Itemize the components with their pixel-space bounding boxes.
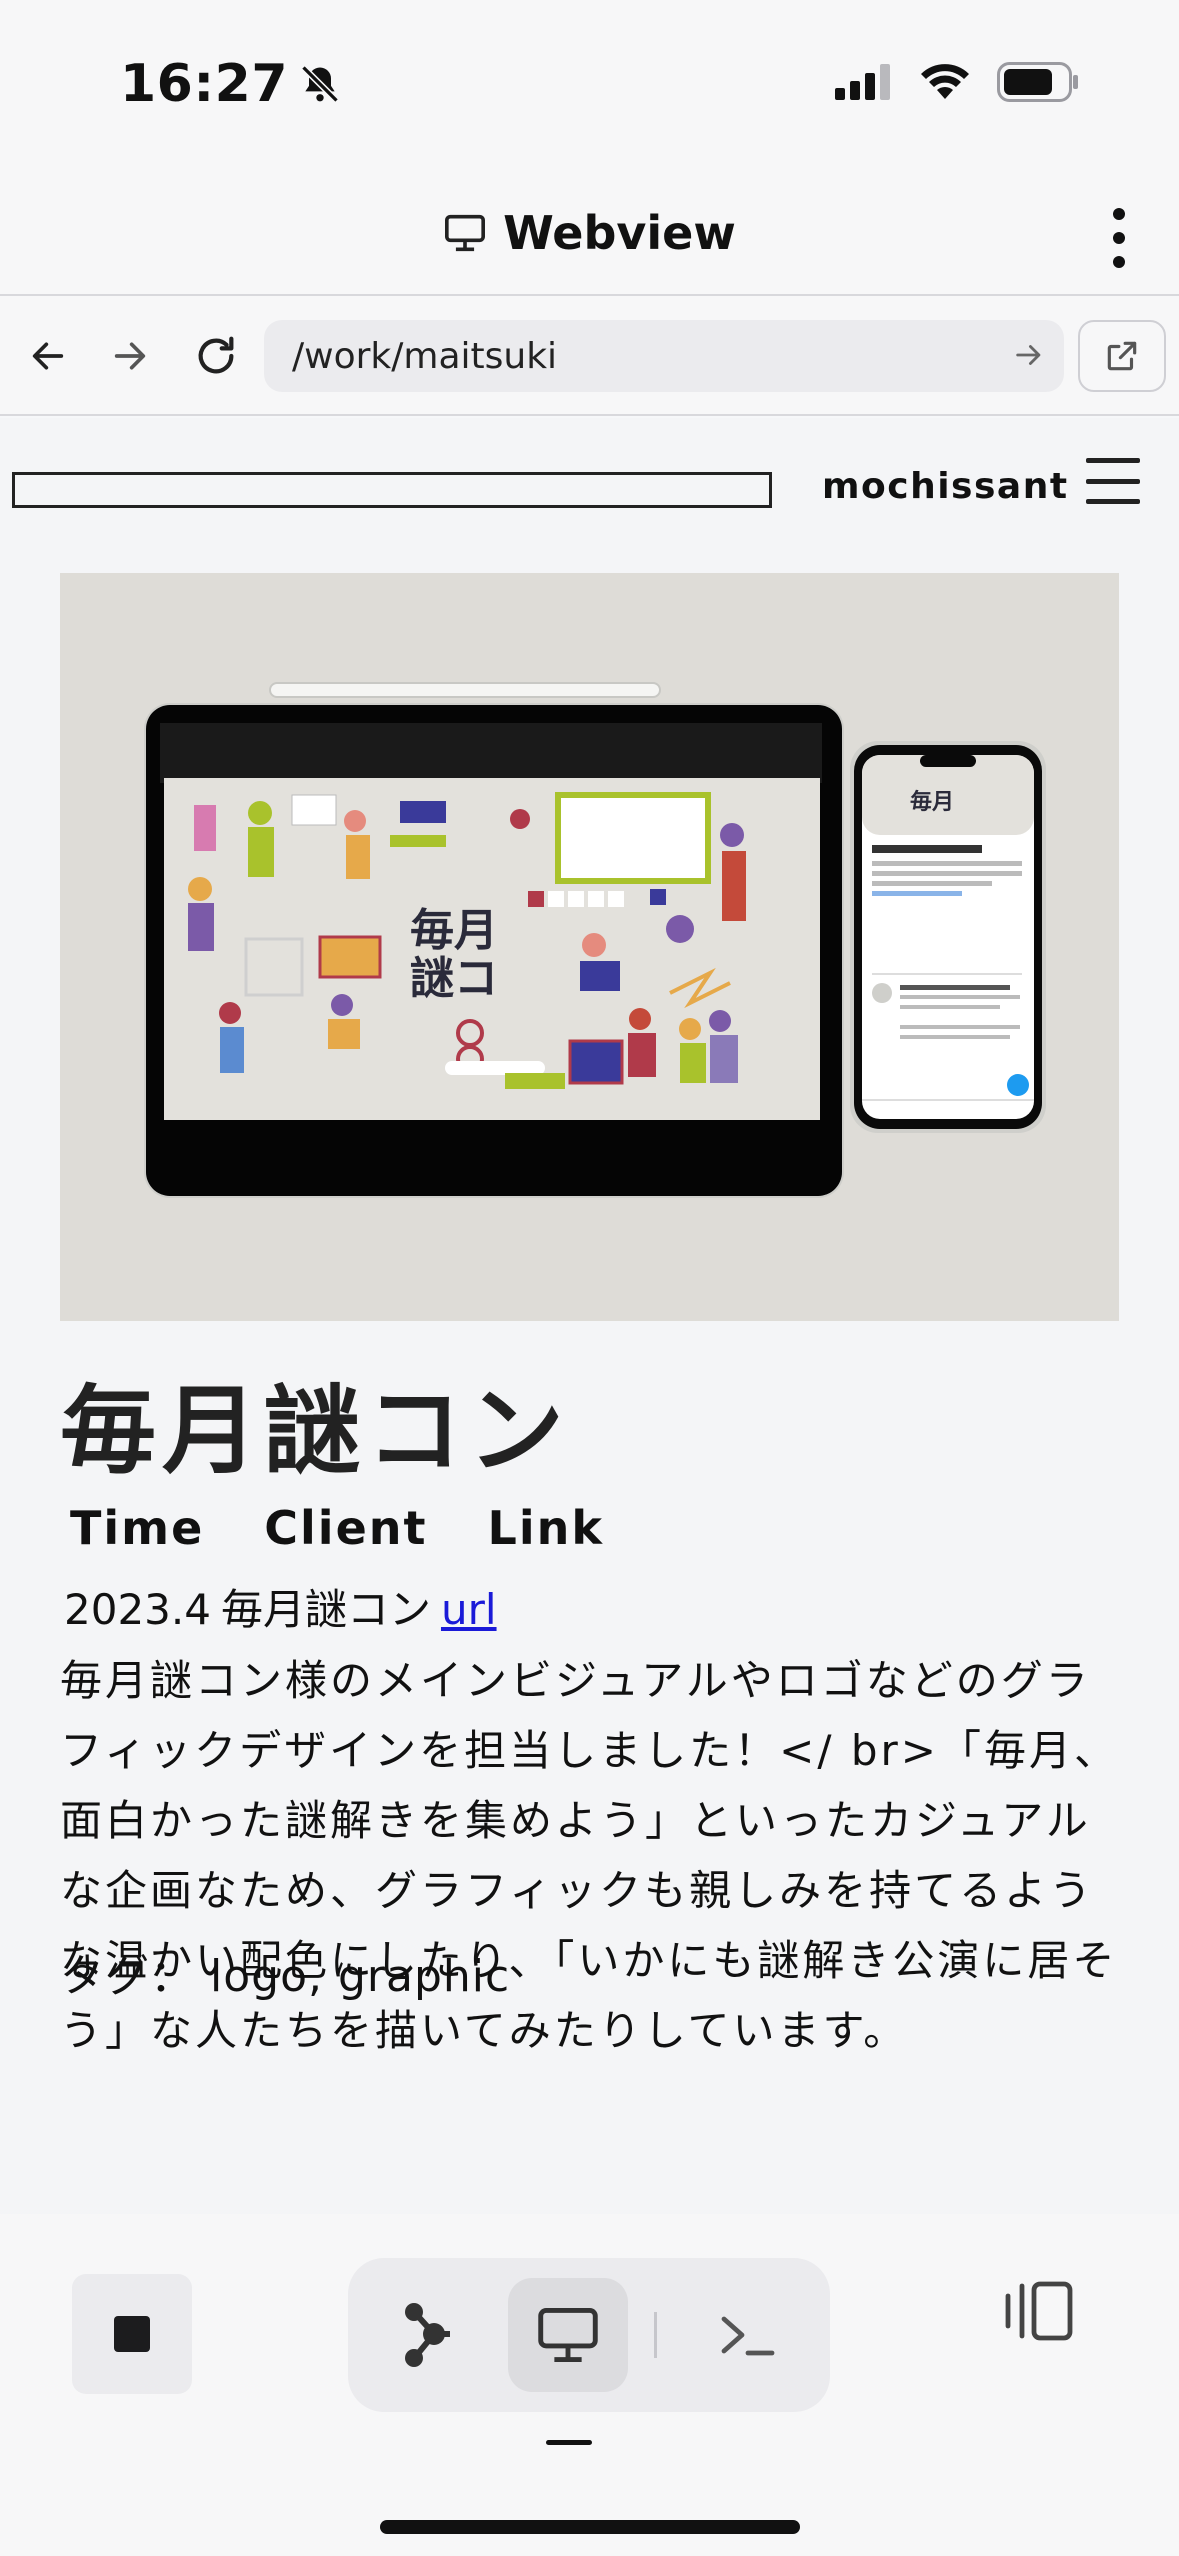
status-time: 16:27: [120, 54, 342, 114]
work-title: 毎月謎コン: [60, 1374, 570, 1487]
graph-nodes-icon: [405, 2303, 450, 2367]
tags-label: タグ：: [60, 1951, 195, 2002]
meta-heading-link: Link: [487, 1501, 604, 1555]
side-panel-button[interactable]: [1002, 2278, 1076, 2348]
back-button[interactable]: [18, 326, 78, 386]
stop-icon: [114, 2316, 150, 2352]
view-switcher: [348, 2258, 830, 2412]
status-indicators: [835, 62, 1079, 102]
bottom-toolbar: [0, 2214, 1179, 2556]
forward-arrow-icon: [114, 342, 146, 370]
meta-client: 毎月謎コン: [220, 1585, 431, 1634]
url-text: /work/maitsuki: [292, 335, 558, 377]
svg-text:毎月: 毎月: [410, 905, 498, 956]
more-vertical-icon[interactable]: [1111, 208, 1127, 268]
stop-button[interactable]: [72, 2274, 192, 2394]
wifi-icon: [921, 64, 969, 99]
battery-icon: [997, 62, 1078, 102]
sheet-grabber[interactable]: [546, 2440, 592, 2445]
home-indicator: [380, 2520, 800, 2534]
graph-view-button[interactable]: [368, 2278, 488, 2392]
tags-list: logo, graphic: [210, 1951, 511, 2002]
back-arrow-icon: [32, 342, 64, 370]
bell-slash-icon: [301, 65, 339, 103]
site-logo[interactable]: [12, 472, 772, 508]
clock-label: 16:27: [120, 54, 289, 114]
cellular-signal-icon: [835, 64, 890, 100]
monitor-icon: [538, 2308, 598, 2362]
meta-headings: Time Client Link: [70, 1501, 604, 1555]
meta-values: 2023.4 毎月謎コン url: [64, 1576, 497, 1637]
side-panel-icon: [1005, 2281, 1073, 2341]
open-external-button[interactable]: [1078, 320, 1166, 392]
work-tags: タグ： logo, graphic: [60, 1940, 510, 2004]
app-title: Webview: [0, 206, 1179, 260]
hero-image: 毎月 謎コ 毎月: [60, 573, 1119, 1321]
svg-text:毎月: 毎月: [910, 790, 954, 815]
meta-time: 2023.4: [64, 1585, 211, 1634]
monitor-icon: [445, 214, 486, 252]
reload-button[interactable]: [186, 326, 246, 386]
device-mockup-illustration: 毎月 謎コ 毎月: [144, 682, 1046, 1198]
go-arrow-icon[interactable]: [1012, 338, 1046, 372]
url-input[interactable]: /work/maitsuki: [264, 320, 1064, 392]
svg-text:謎コ: 謎コ: [410, 953, 498, 1004]
webview-content: mochissant 毎月 謎コ 毎月 毎月謎コン Time Client Li…: [0, 418, 1179, 2214]
site-name[interactable]: mochissant: [822, 466, 1069, 507]
forward-button[interactable]: [100, 326, 160, 386]
open-external-icon: [1107, 341, 1137, 371]
segment-divider: [654, 2312, 657, 2358]
terminal-icon: [721, 2316, 775, 2356]
terminal-button[interactable]: [688, 2278, 808, 2392]
meta-link[interactable]: url: [441, 1585, 497, 1634]
url-toolbar: /work/maitsuki: [0, 296, 1179, 416]
app-header: Webview: [0, 170, 1179, 296]
meta-heading-time: Time: [70, 1501, 205, 1555]
status-bar: 16:27: [0, 0, 1179, 170]
site-header: mochissant: [0, 418, 1179, 548]
hamburger-icon[interactable]: [1086, 458, 1140, 504]
app-title-label: Webview: [503, 206, 736, 260]
meta-heading-client: Client: [264, 1501, 428, 1555]
reload-icon: [198, 336, 234, 374]
webview-button[interactable]: [508, 2278, 628, 2392]
